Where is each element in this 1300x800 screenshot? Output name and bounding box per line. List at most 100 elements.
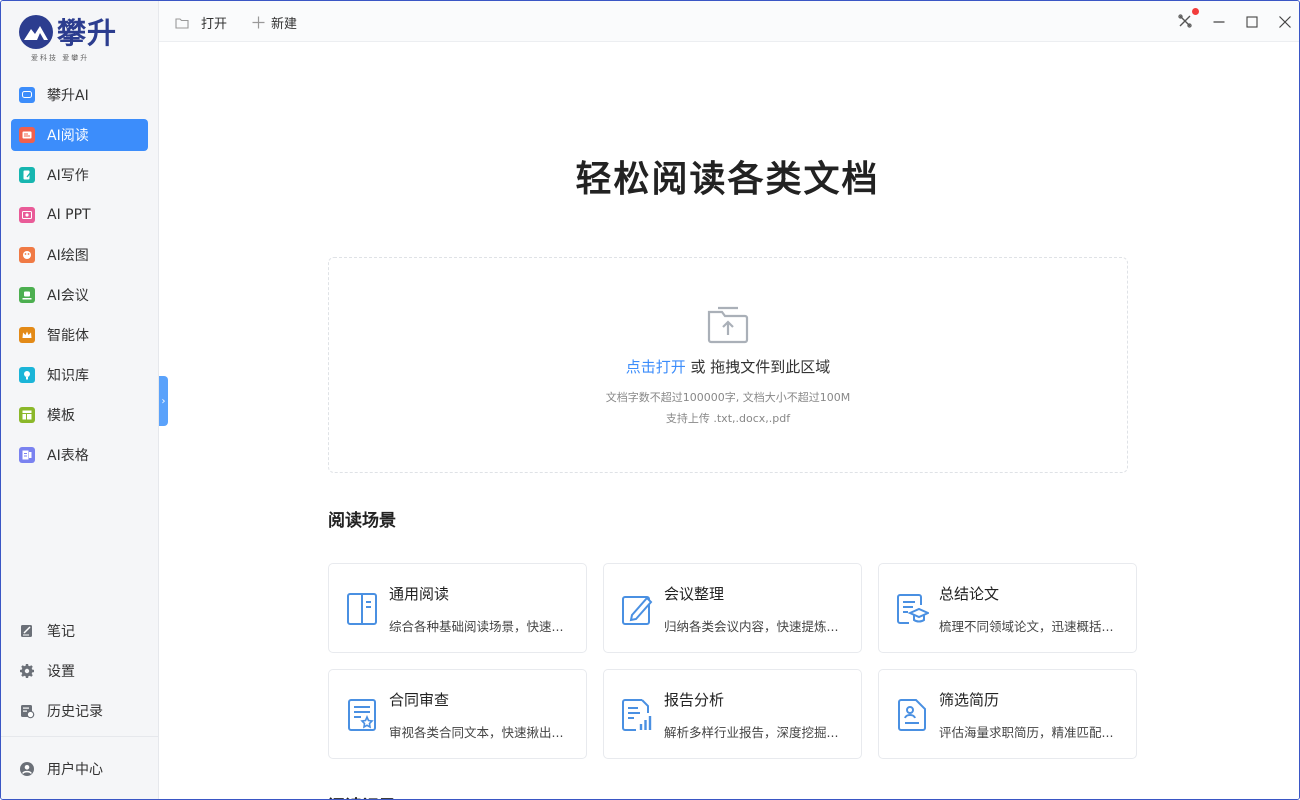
user-center-button[interactable]: 用户中心 xyxy=(11,753,148,785)
scenarios-section-title: 阅读场景 xyxy=(328,511,396,531)
card-title: 会议整理 xyxy=(664,585,725,603)
sidebar-bottom-nav: 笔记 设置 历史记录 xyxy=(11,615,148,735)
card-title: 总结论文 xyxy=(939,585,1000,603)
plus-icon xyxy=(252,16,265,29)
sidebar-item-notes[interactable]: 笔记 xyxy=(11,615,148,647)
sidebar-item-agent[interactable]: 智能体 xyxy=(11,319,148,351)
sidebar-item-knowledge-base[interactable]: 知识库 xyxy=(11,359,148,391)
close-button[interactable] xyxy=(1275,12,1295,32)
sidebar-item-label: 攀升AI xyxy=(47,88,89,104)
card-description: 综合各种基础阅读场景，快速... xyxy=(389,619,564,634)
scenario-card-general-reading[interactable]: 通用阅读 综合各种基础阅读场景，快速... xyxy=(328,563,587,653)
report-chart-icon xyxy=(622,699,652,731)
user-avatar-icon xyxy=(19,761,35,777)
top-toolbar: 打开 新建 xyxy=(159,1,1299,42)
card-title: 筛选简历 xyxy=(939,691,1000,709)
sidebar-item-label: 历史记录 xyxy=(47,704,103,720)
resume-icon xyxy=(898,699,926,731)
sidebar-item-label: 模板 xyxy=(47,408,75,424)
sidebar-divider xyxy=(1,736,159,737)
sidebar-item-label: 设置 xyxy=(47,664,75,680)
sidebar-item-ai-writing[interactable]: AI写作 xyxy=(11,159,148,191)
scenario-card-contract-review[interactable]: 合同审查 审视各类合同文本，快速揪出... xyxy=(328,669,587,759)
ppt-icon xyxy=(19,207,35,223)
sidebar-item-label: AI写作 xyxy=(47,168,89,184)
card-description: 审视各类合同文本，快速揪出... xyxy=(389,725,564,740)
sidebar-item-label: 智能体 xyxy=(47,328,89,344)
user-center-label: 用户中心 xyxy=(47,762,103,778)
open-button[interactable]: 打开 xyxy=(175,13,227,32)
sidebar-item-ai-meeting[interactable]: AI会议 xyxy=(11,279,148,311)
card-title: 报告分析 xyxy=(664,691,725,709)
template-icon xyxy=(19,407,35,423)
maximize-icon xyxy=(1246,13,1258,32)
open-button-label: 打开 xyxy=(201,17,228,32)
card-description: 归纳各类会议内容，快速提炼... xyxy=(664,619,839,634)
reading-history-section-title: 阅读记录 xyxy=(328,792,396,799)
palette-icon xyxy=(19,247,35,263)
maximize-button[interactable] xyxy=(1242,12,1262,32)
crown-icon xyxy=(19,327,35,343)
scenario-card-resume-screening[interactable]: 筛选简历 评估海量求职简历，精准匹配... xyxy=(878,669,1137,759)
sidebar-item-label: 知识库 xyxy=(47,368,89,384)
main-content: 轻松阅读各类文档 点击打开 或 拖拽文件到此区域 文档字数不超过100000字,… xyxy=(159,42,1289,799)
logo-title: 攀升 xyxy=(57,16,118,50)
file-limit-hint: 文档字数不超过100000字, 文档大小不超过100M xyxy=(605,391,851,404)
logo-mountain-icon xyxy=(19,15,53,49)
sidebar-item-label: AI绘图 xyxy=(47,248,89,264)
sidebar-item-label: AI PPT xyxy=(47,207,91,223)
book-icon xyxy=(347,593,377,625)
logo-subtitle: 爱科技 爱攀升 xyxy=(31,54,90,62)
sidebar-nav: 攀升AI AI阅读 AI写作 AI PPT AI绘图 AI会议 智能体 知识库 … xyxy=(11,79,148,479)
sidebar-item-label: AI表格 xyxy=(47,448,89,464)
sidebar-item-ai-drawing[interactable]: AI绘图 xyxy=(11,239,148,271)
sidebar-item-template[interactable]: 模板 xyxy=(11,399,148,431)
card-title: 通用阅读 xyxy=(389,585,450,603)
chevron-right-icon: › xyxy=(161,395,166,407)
sidebar-collapse-toggle[interactable]: › xyxy=(159,376,168,426)
card-title: 合同审查 xyxy=(389,691,450,709)
table-icon xyxy=(19,447,35,463)
app-window: 攀升 爱科技 爱攀升 攀升AI AI阅读 AI写作 AI PPT AI绘图 AI… xyxy=(0,0,1300,800)
folder-upload-icon xyxy=(706,305,750,349)
sidebar-item-ai-ppt[interactable]: AI PPT xyxy=(11,199,148,231)
graduation-doc-icon xyxy=(897,594,929,624)
dropzone-prompt: 点击打开 或 拖拽文件到此区域 xyxy=(329,356,1127,377)
folder-icon xyxy=(175,17,189,29)
gear-icon xyxy=(19,663,35,679)
card-description: 梳理不同领域论文，迅速概括... xyxy=(939,619,1114,634)
card-description: 解析多样行业报告，深度挖掘... xyxy=(664,725,839,740)
app-logo: 攀升 爱科技 爱攀升 xyxy=(19,15,129,67)
sidebar-item-history[interactable]: 历史记录 xyxy=(11,695,148,727)
close-icon xyxy=(1279,13,1291,32)
drag-hint-text: 或 拖拽文件到此区域 xyxy=(685,358,831,376)
notification-dot xyxy=(1192,8,1199,15)
page-title: 轻松阅读各类文档 xyxy=(575,159,880,200)
history-icon xyxy=(19,703,35,719)
supported-formats-hint: 支持上传 .txt,.docx,.pdf xyxy=(665,412,791,425)
sidebar-item-ai-reading[interactable]: AI阅读 xyxy=(11,119,148,151)
sidebar: 攀升 爱科技 爱攀升 攀升AI AI阅读 AI写作 AI PPT AI绘图 AI… xyxy=(1,1,159,799)
tools-button[interactable] xyxy=(1175,8,1199,32)
main-scrollbar[interactable] xyxy=(1287,42,1299,799)
sidebar-item-label: AI阅读 xyxy=(47,128,89,144)
sidebar-item-settings[interactable]: 设置 xyxy=(11,655,148,687)
new-button[interactable]: 新建 xyxy=(252,13,297,32)
minimize-icon xyxy=(1213,13,1225,32)
meeting-icon xyxy=(19,287,35,303)
scenario-card-paper-summary[interactable]: 总结论文 梳理不同领域论文，迅速概括... xyxy=(878,563,1137,653)
file-dropzone[interactable]: 点击打开 或 拖拽文件到此区域 文档字数不超过100000字, 文档大小不超过1… xyxy=(328,257,1128,473)
note-icon xyxy=(19,623,35,639)
card-description: 评估海量求职简历，精准匹配... xyxy=(939,725,1114,740)
sidebar-item-ai-table[interactable]: AI表格 xyxy=(11,439,148,471)
user-center: 用户中心 xyxy=(11,753,148,793)
contract-icon xyxy=(348,699,376,731)
chat-icon xyxy=(19,87,35,103)
reader-icon xyxy=(19,127,35,143)
sidebar-item-panshengai[interactable]: 攀升AI xyxy=(11,79,148,111)
scenario-card-meeting-notes[interactable]: 会议整理 归纳各类会议内容，快速提炼... xyxy=(603,563,862,653)
minimize-button[interactable] xyxy=(1209,12,1229,32)
sidebar-item-label: 笔记 xyxy=(47,624,75,640)
scenario-card-report-analysis[interactable]: 报告分析 解析多样行业报告，深度挖掘... xyxy=(603,669,862,759)
click-to-open-link[interactable]: 点击打开 xyxy=(626,358,686,376)
